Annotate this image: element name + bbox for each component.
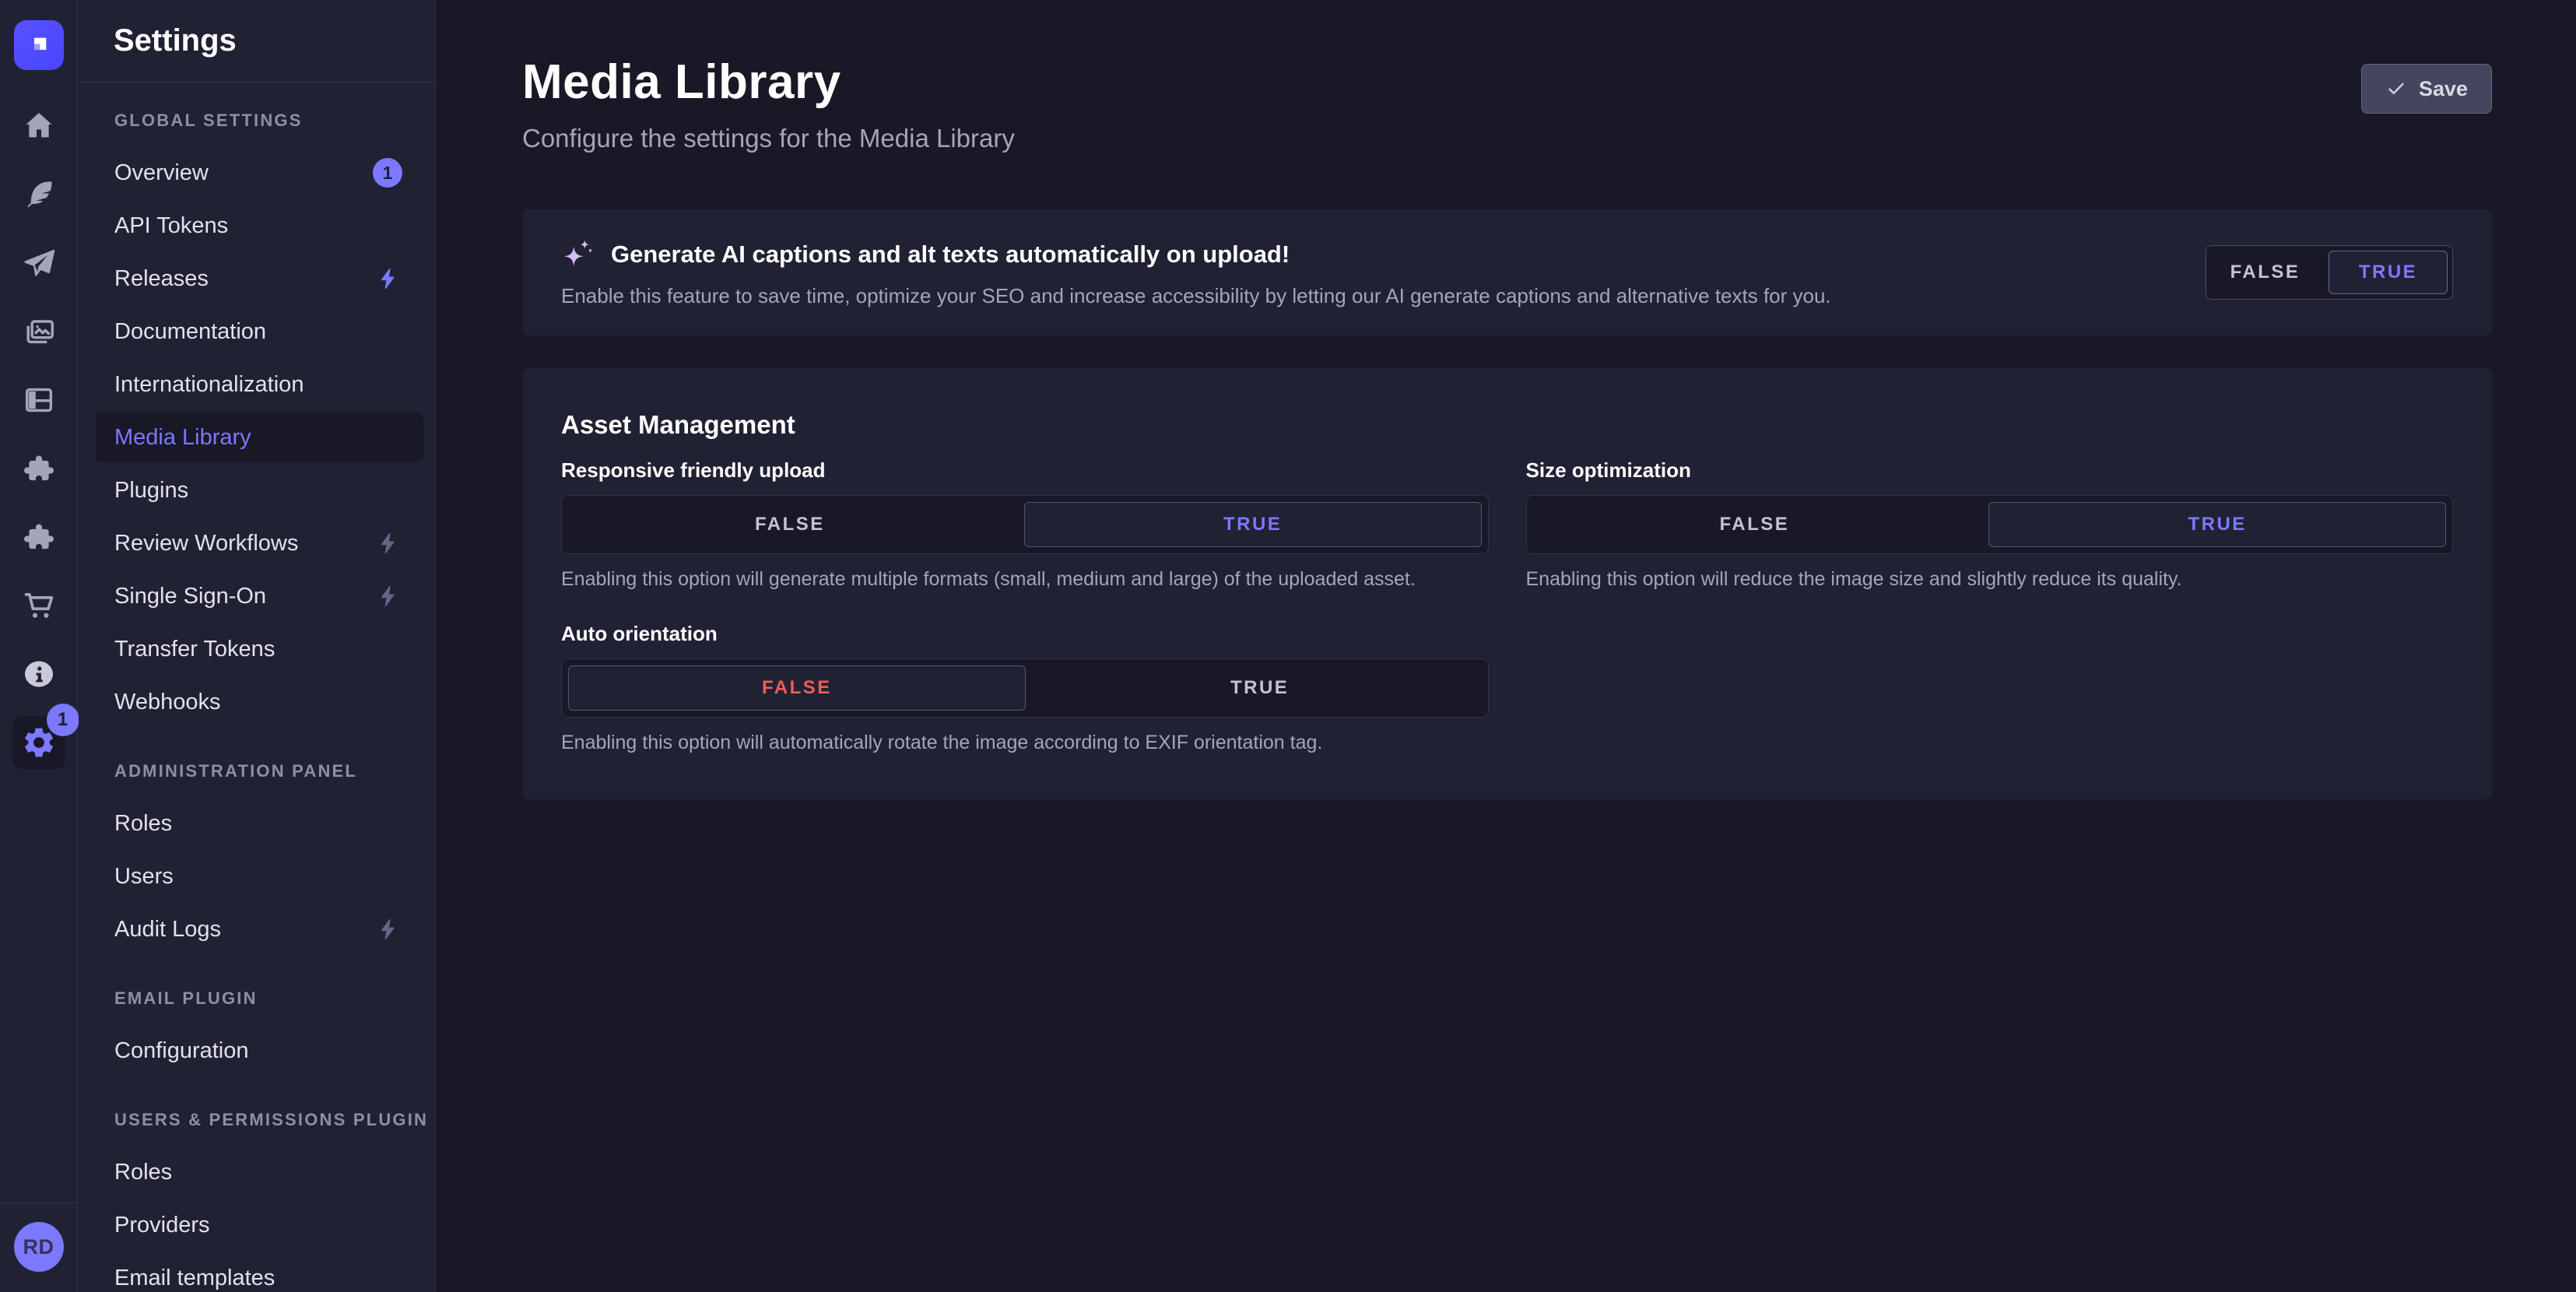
check-icon xyxy=(2385,78,2407,100)
settings-active-background: 1 xyxy=(12,716,65,769)
settings-gear-icon[interactable]: 1 xyxy=(0,708,77,777)
sidebar-title: Settings xyxy=(114,23,237,58)
responsive-friendly-upload-toggle: FALSE TRUE xyxy=(561,495,1489,554)
responsive-toggle-true[interactable]: TRUE xyxy=(1024,502,1482,547)
size-optimization-toggle: FALSE TRUE xyxy=(1526,495,2454,554)
sidebar-item-review-workflows[interactable]: Review Workflows xyxy=(79,517,435,570)
user-avatar[interactable]: RD xyxy=(14,1222,64,1272)
media-library-pictures-icon[interactable] xyxy=(0,297,77,366)
paper-plane-icon[interactable] xyxy=(0,229,77,297)
field-hint: Enabling this option will automatically … xyxy=(561,732,1489,754)
rail-bottom: RD xyxy=(0,1202,77,1292)
strapi-logo-mark xyxy=(23,30,54,61)
sparkle-icon xyxy=(561,237,597,272)
rail-divider xyxy=(0,1202,77,1203)
auto-orientation-toggle-false[interactable]: FALSE xyxy=(568,665,1026,711)
auto-orientation-toggle: FALSE TRUE xyxy=(561,658,1489,718)
sidebar-item-configuration[interactable]: Configuration xyxy=(79,1024,435,1077)
auto-orientation-toggle-true[interactable]: TRUE xyxy=(1032,659,1488,717)
settings-notification-badge: 1 xyxy=(47,704,79,736)
asset-management-panel: Asset Management Responsive friendly upl… xyxy=(522,368,2492,799)
section-users-permissions-plugin: USERS & PERMISSIONS PLUGIN xyxy=(114,1110,435,1130)
asset-management-grid: Responsive friendly upload FALSE TRUE En… xyxy=(561,458,2453,754)
field-size-optimization: Size optimization FALSE TRUE Enabling th… xyxy=(1526,458,2454,591)
sidebar-item-documentation[interactable]: Documentation xyxy=(79,305,435,358)
field-label: Size optimization xyxy=(1526,458,2454,483)
grid-empty-cell xyxy=(1526,622,2454,754)
main-content: Media Library Configure the settings for… xyxy=(436,0,2576,1292)
rail-nav: 1 xyxy=(0,92,77,777)
size-optimization-toggle-false[interactable]: FALSE xyxy=(1527,496,1983,553)
icon-rail: 1 RD xyxy=(0,0,78,1292)
save-button[interactable]: Save xyxy=(2361,64,2492,114)
lightning-icon xyxy=(376,531,401,556)
section-administration-panel: ADMINISTRATION PANEL xyxy=(114,761,435,781)
sidebar-header: Settings xyxy=(79,0,435,83)
home-icon[interactable] xyxy=(0,92,77,160)
sidebar-item-plugins[interactable]: Plugins xyxy=(79,464,435,517)
plugins-puzzle-icon[interactable] xyxy=(0,434,77,503)
ai-caption-toggle: FALSE TRUE xyxy=(2206,245,2453,300)
plugins-puzzle-icon-2[interactable] xyxy=(0,503,77,571)
sidebar-item-up-roles[interactable]: Roles xyxy=(79,1146,435,1199)
sidebar-item-overview[interactable]: Overview 1 xyxy=(79,146,435,199)
field-hint: Enabling this option will generate multi… xyxy=(561,568,1489,591)
sidebar-item-api-tokens[interactable]: API Tokens xyxy=(79,199,435,252)
page-header: Media Library Configure the settings for… xyxy=(522,54,2492,153)
content-type-builder-layout-icon[interactable] xyxy=(0,366,77,434)
banner-content: Generate AI captions and alt texts autom… xyxy=(561,237,1831,308)
ai-caption-banner: Generate AI captions and alt texts autom… xyxy=(522,209,2492,335)
field-label: Responsive friendly upload xyxy=(561,458,1489,483)
field-hint: Enabling this option will reduce the ima… xyxy=(1526,568,2454,591)
field-label: Auto orientation xyxy=(561,622,1489,646)
marketplace-cart-icon[interactable] xyxy=(0,571,77,640)
sidebar-item-admin-roles[interactable]: Roles xyxy=(79,797,435,850)
settings-sidebar: Settings GLOBAL SETTINGS Overview 1 API … xyxy=(79,0,436,1292)
strapi-logo[interactable] xyxy=(14,20,64,70)
information-icon[interactable] xyxy=(0,640,77,708)
sidebar-item-media-library[interactable]: Media Library xyxy=(96,413,423,462)
sidebar-item-webhooks[interactable]: Webhooks xyxy=(79,676,435,729)
lightning-icon xyxy=(376,266,401,291)
banner-description: Enable this feature to save time, optimi… xyxy=(561,284,1831,308)
section-email-plugin: EMAIL PLUGIN xyxy=(114,988,435,1009)
size-optimization-toggle-true[interactable]: TRUE xyxy=(1988,502,2446,547)
overview-badge: 1 xyxy=(373,158,402,188)
field-auto-orientation: Auto orientation FALSE TRUE Enabling thi… xyxy=(561,622,1489,754)
lightning-icon xyxy=(376,917,401,942)
sidebar-item-transfer-tokens[interactable]: Transfer Tokens xyxy=(79,623,435,676)
ai-caption-toggle-true[interactable]: TRUE xyxy=(2329,251,2448,294)
banner-title: Generate AI captions and alt texts autom… xyxy=(611,240,1290,269)
sidebar-item-single-sign-on[interactable]: Single Sign-On xyxy=(79,570,435,623)
sidebar-item-providers[interactable]: Providers xyxy=(79,1199,435,1252)
page-title: Media Library xyxy=(522,54,2492,110)
sidebar-item-internationalization[interactable]: Internationalization xyxy=(79,358,435,411)
sidebar-item-audit-logs[interactable]: Audit Logs xyxy=(79,903,435,956)
sidebar-item-email-templates[interactable]: Email templates xyxy=(79,1252,435,1292)
ai-caption-toggle-false[interactable]: FALSE xyxy=(2206,246,2324,299)
lightning-icon xyxy=(376,584,401,609)
page-subtitle: Configure the settings for the Media Lib… xyxy=(522,124,2492,153)
responsive-toggle-false[interactable]: FALSE xyxy=(562,496,1018,553)
content-manager-feather-icon[interactable] xyxy=(0,160,77,229)
sidebar-item-releases[interactable]: Releases xyxy=(79,252,435,305)
field-responsive-friendly-upload: Responsive friendly upload FALSE TRUE En… xyxy=(561,458,1489,591)
section-global-settings: GLOBAL SETTINGS xyxy=(114,111,435,131)
sidebar-item-users[interactable]: Users xyxy=(79,850,435,903)
asset-management-title: Asset Management xyxy=(561,410,2453,440)
